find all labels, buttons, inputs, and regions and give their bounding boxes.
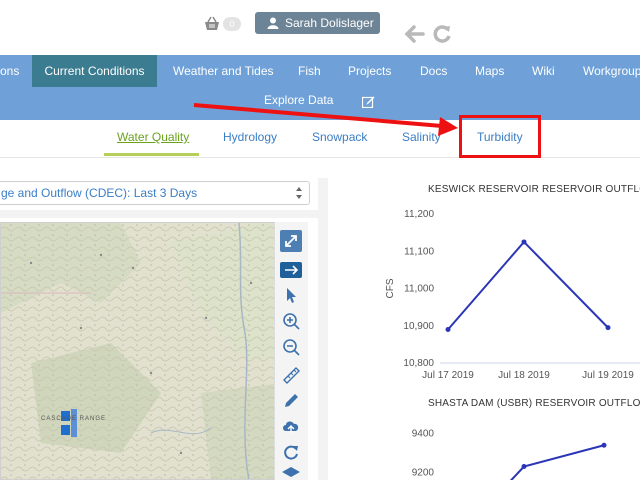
y-tick-label: 11,100 bbox=[404, 246, 434, 257]
map-view[interactable]: CASCADE RANGE bbox=[0, 222, 306, 480]
data-point bbox=[601, 442, 607, 448]
y-axis-label: CFS bbox=[385, 278, 396, 298]
data-point bbox=[445, 326, 451, 332]
y-tick-label: 10,800 bbox=[403, 358, 434, 369]
nav-item-explore-data[interactable]: Explore Data bbox=[264, 93, 333, 107]
map-region-label: CASCADE RANGE bbox=[41, 416, 107, 422]
chart-plot: 11,200 11,100 11,000 10,900 10,800 CFS Jul 17 … bbox=[385, 209, 640, 381]
tab-hydrology[interactable]: Hydrology bbox=[223, 130, 277, 144]
tab-water-quality[interactable]: Water Quality bbox=[117, 130, 189, 144]
data-point bbox=[521, 239, 527, 245]
cart-count-badge: 0 bbox=[223, 17, 241, 31]
nav-item-weather-and-tides[interactable]: Weather and Tides bbox=[173, 55, 274, 87]
nav-item-partial[interactable]: ons bbox=[0, 55, 30, 87]
nav-item-current-conditions[interactable]: Current Conditions bbox=[32, 55, 157, 87]
tab-salinity[interactable]: Salinity bbox=[402, 130, 441, 144]
y-tick-label: 9400 bbox=[412, 429, 435, 440]
terrain-basemap bbox=[1, 223, 305, 479]
y-tick-label: 11,000 bbox=[404, 284, 434, 295]
upload-icon[interactable] bbox=[280, 416, 302, 438]
chart-shasta-outflow: SHASTA DAM (USBR) RESERVOIR OUTFLOW 9400… bbox=[378, 398, 640, 480]
ruler-icon[interactable] bbox=[280, 364, 302, 386]
y-tick-label: 9200 bbox=[412, 467, 435, 478]
nav-item-docs[interactable]: Docs bbox=[420, 55, 447, 87]
zoom-in-icon[interactable] bbox=[280, 310, 302, 332]
x-tick-label: Jul 17 2019 bbox=[422, 370, 474, 381]
x-tick-label: Jul 19 2019 bbox=[582, 370, 634, 381]
user-bar: 0 Sarah Dolislager bbox=[0, 0, 640, 55]
active-tab-indicator bbox=[104, 153, 199, 156]
x-tick-label: Jul 18 2019 bbox=[498, 370, 550, 381]
main-nav: ons Current Conditions Weather and Tides… bbox=[0, 55, 640, 120]
shopping-basket-icon bbox=[205, 16, 219, 30]
pointer-icon[interactable] bbox=[280, 284, 302, 306]
expand-icon[interactable] bbox=[280, 230, 302, 252]
nav-item-projects[interactable]: Projects bbox=[348, 55, 391, 87]
data-point bbox=[521, 464, 527, 470]
data-tabs: Water Quality Hydrology Snowpack Salinit… bbox=[0, 120, 640, 158]
user-name: Sarah Dolislager bbox=[285, 16, 374, 30]
dataset-select[interactable]: ge and Outflow (CDEC): Last 3 Days bbox=[0, 181, 310, 205]
back-arrow-icon[interactable] bbox=[403, 24, 425, 44]
user-icon bbox=[267, 17, 279, 29]
annotation-highlight-box bbox=[459, 115, 541, 158]
cart-button[interactable]: 0 bbox=[203, 15, 241, 33]
tab-snowpack[interactable]: Snowpack bbox=[312, 130, 367, 144]
y-tick-label: 11,200 bbox=[404, 209, 434, 220]
chart-keswick-outflow: KESWICK RESERVOIR RESERVOIR OUTFLOW 11,2… bbox=[378, 184, 640, 384]
panel-divider bbox=[318, 178, 328, 480]
refresh-icon[interactable] bbox=[432, 24, 452, 44]
y-tick-label: 10,900 bbox=[403, 321, 434, 332]
gutter bbox=[0, 210, 320, 218]
select-caret-icon bbox=[296, 187, 302, 199]
data-point bbox=[605, 325, 611, 331]
series-line bbox=[447, 240, 609, 331]
nav-item-maps[interactable]: Maps bbox=[475, 55, 504, 87]
layers-icon[interactable] bbox=[280, 466, 302, 480]
refresh-icon[interactable] bbox=[280, 442, 302, 464]
nav-item-wiki[interactable]: Wiki bbox=[532, 55, 555, 87]
series-line bbox=[509, 444, 605, 480]
zoom-out-icon[interactable] bbox=[280, 336, 302, 358]
dataset-select-value: ge and Outflow (CDEC): Last 3 Days bbox=[1, 186, 198, 200]
nav-item-fish[interactable]: Fish bbox=[298, 55, 321, 87]
arrow-right-icon[interactable] bbox=[280, 262, 302, 278]
pencil-icon[interactable] bbox=[280, 390, 302, 412]
edit-icon[interactable] bbox=[362, 95, 375, 108]
chart-plot: 9400 9200 bbox=[412, 429, 607, 480]
user-menu-button[interactable]: Sarah Dolislager bbox=[255, 12, 380, 34]
map-toolbar bbox=[274, 222, 308, 480]
nav-item-workgroup[interactable]: Workgroup bbox=[583, 55, 640, 87]
